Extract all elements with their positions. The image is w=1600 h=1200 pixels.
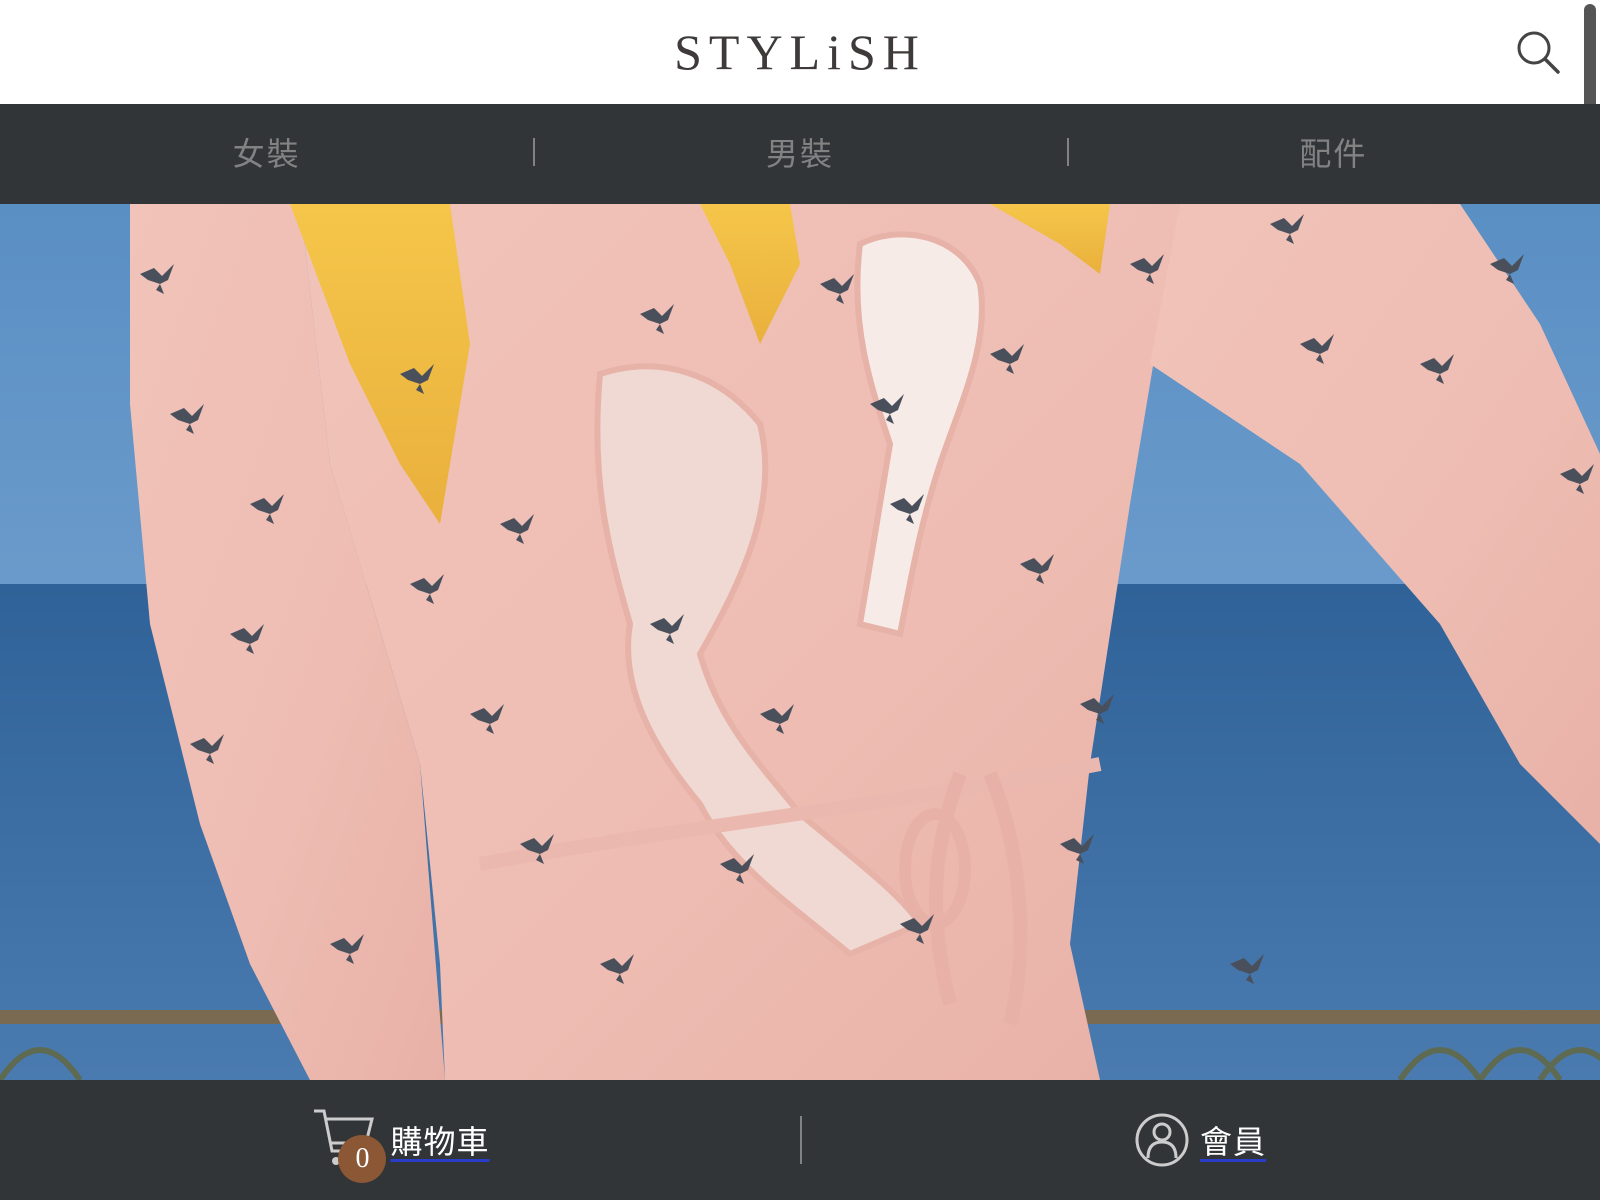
cart-label[interactable]: 購物車 [390, 1117, 489, 1163]
category-women[interactable]: 女裝 [0, 134, 533, 174]
hero-banner[interactable] [0, 204, 1600, 1080]
member-button[interactable]: 會員 [800, 1080, 1600, 1200]
bottom-bar: 0 購物車 會員 [0, 1080, 1600, 1200]
member-label[interactable]: 會員 [1200, 1117, 1266, 1163]
page: STYLiSH 女裝 男裝 配件 0 購物車 會員 [0, 0, 1600, 1200]
header: STYLiSH [0, 0, 1600, 180]
cart-icon-wrap: 0 [310, 1105, 387, 1183]
search-icon[interactable] [1514, 28, 1562, 76]
category-accessories[interactable]: 配件 [1066, 134, 1600, 174]
category-nav: 女裝 男裝 配件 [0, 104, 1600, 204]
cart-button[interactable]: 0 購物車 [0, 1080, 800, 1200]
category-men[interactable]: 男裝 [533, 134, 1066, 174]
cart-count-badge: 0 [338, 1135, 387, 1183]
member-icon [1135, 1113, 1189, 1167]
logo[interactable]: STYLiSH [0, 22, 1600, 82]
hero-image [0, 204, 1600, 1080]
